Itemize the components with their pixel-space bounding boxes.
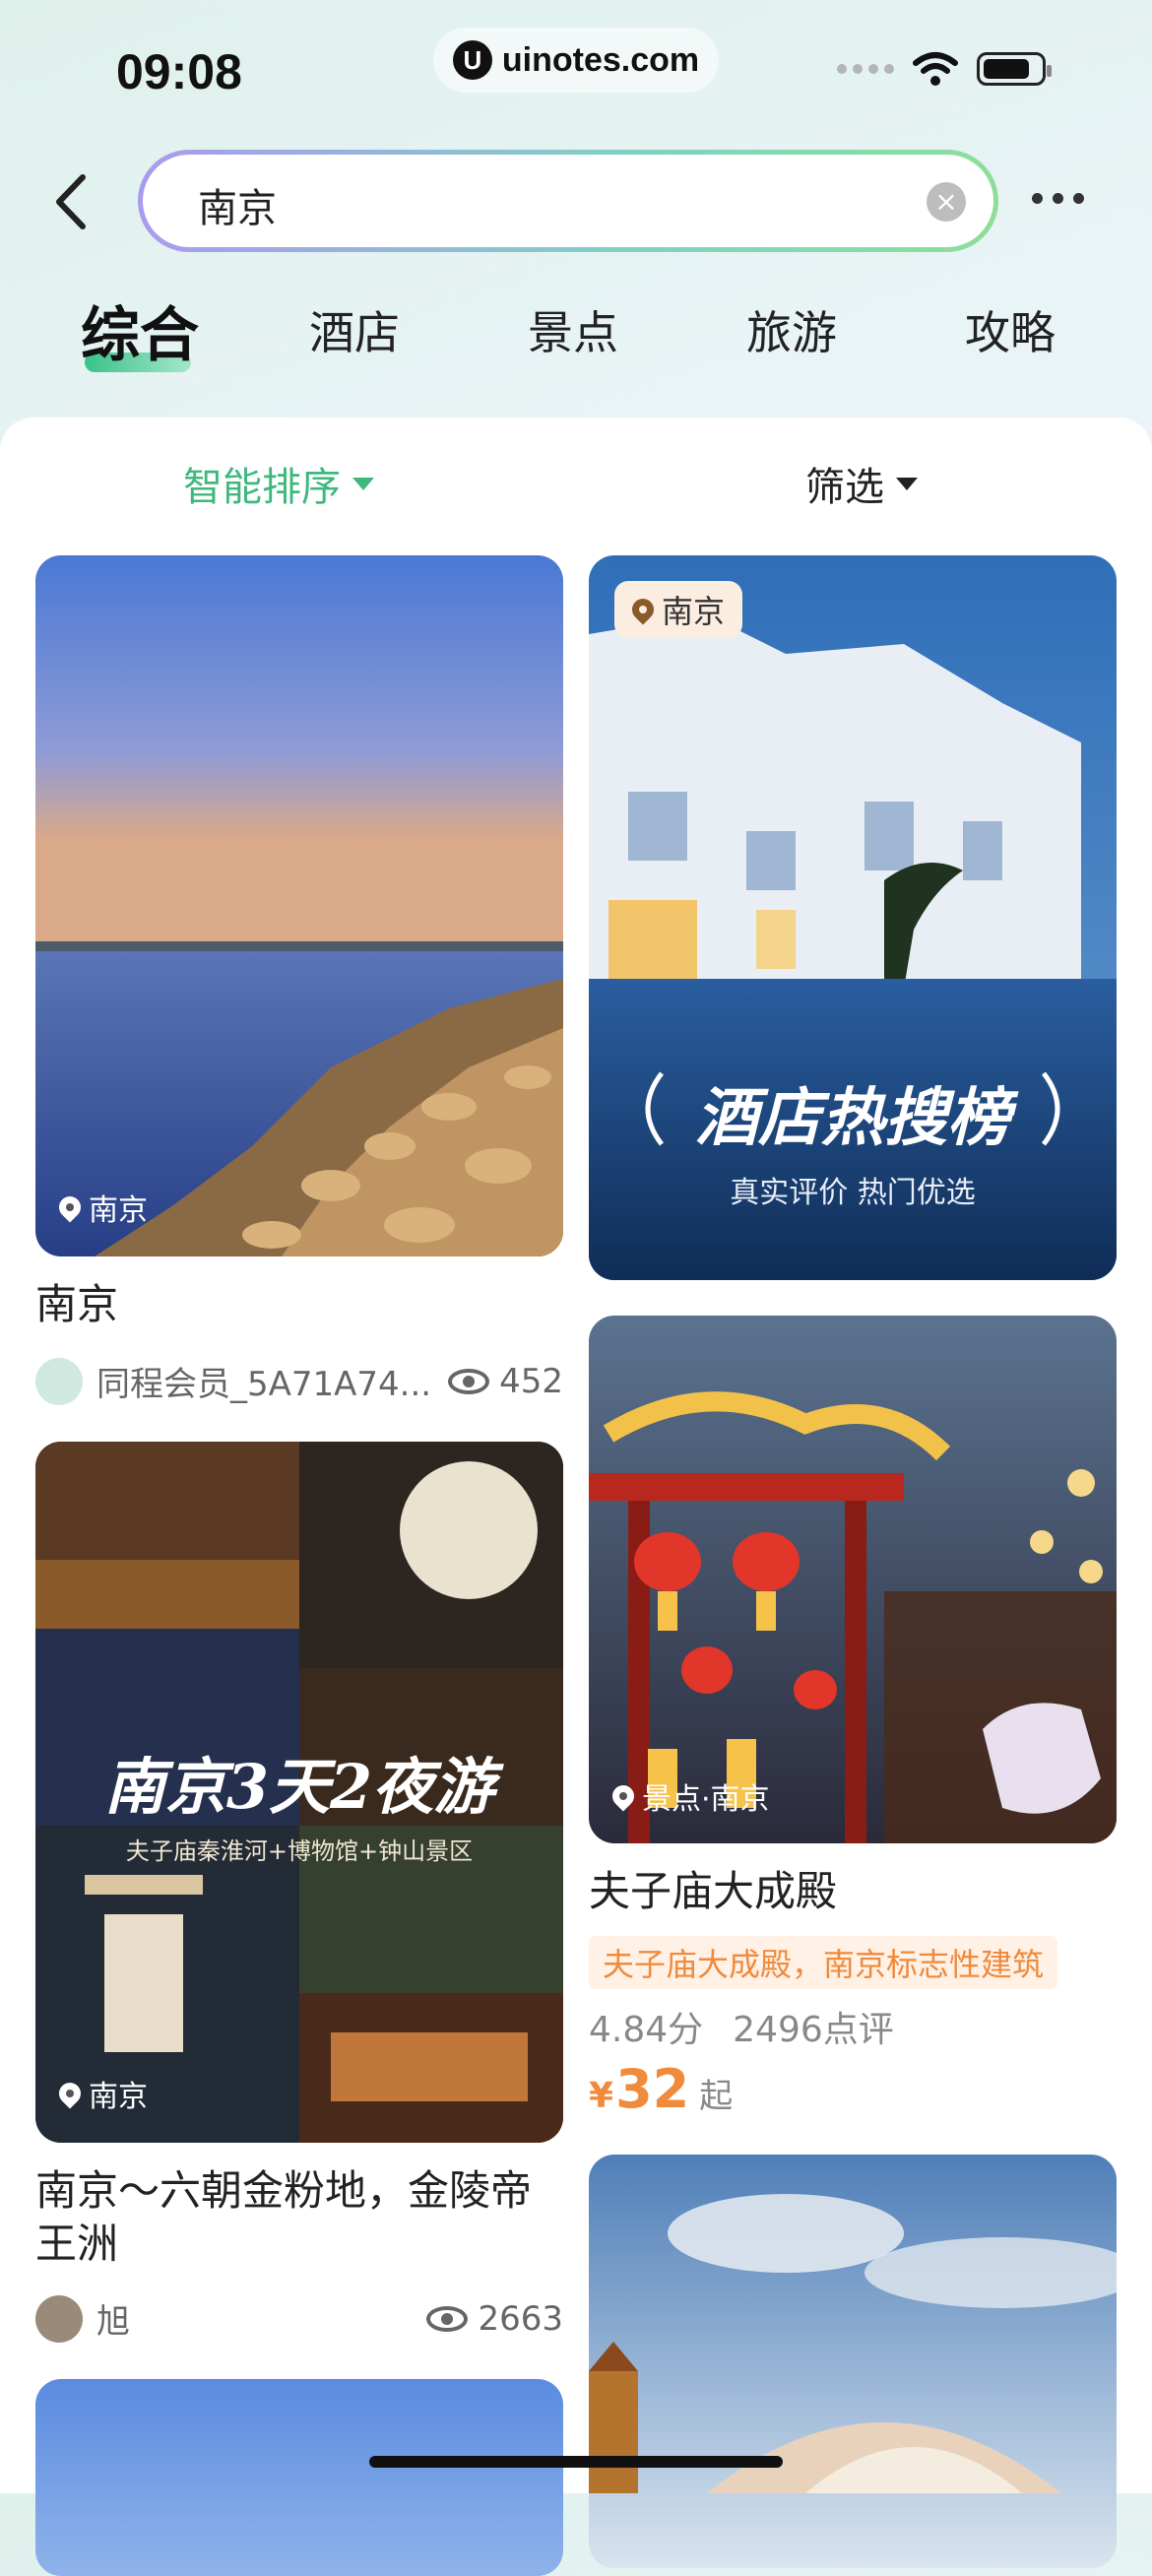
tab-travel[interactable]: 旅游 [746,297,837,362]
battery-icon [977,52,1052,86]
card-title[interactable]: 南京～六朝金粉地，金陵帝王洲 [35,2164,563,2271]
card-image-partial[interactable] [35,2379,563,2576]
search-input[interactable]: 南京 × [138,150,998,252]
location-label: 南京 [89,1193,148,1228]
location-tag: 景点·南京 [608,1774,770,1818]
chevron-down-icon [896,477,918,490]
tab-guide[interactable]: 攻略 [965,297,1056,362]
card-title[interactable]: 南京 [35,1278,118,1331]
signal-icon [837,64,894,74]
search-input-value: 南京 [198,186,277,231]
views-eye-icon [448,1368,490,1394]
hotel-location-tag: 南京 [614,581,743,638]
location-tag: 南京 [54,2072,148,2115]
lantern-photo [589,1316,1117,1843]
price-value: 32 [615,2058,690,2120]
filter-label: 筛选 [805,465,884,510]
collage-overlay-title: 南京3天2夜游 [103,1751,495,1823]
home-indicator [369,2456,783,2468]
card-meta: 旭 2663 [35,2294,563,2343]
smart-sort-label: 智能排序 [183,465,341,510]
tab-attraction[interactable]: 景点 [528,297,618,362]
hotel-hot-list-banner[interactable]: 南京 酒店热搜榜 真实评价 热门优选 [589,555,1117,1280]
chevron-down-icon [352,477,374,490]
laurel-left-icon [645,1071,664,1146]
banner-subtitle: 真实评价 热门优选 [730,1176,976,1210]
location-label: 南京 [89,2080,148,2114]
avatar [35,1357,83,1405]
price-suffix: 起 [699,2077,734,2116]
url-pill[interactable]: U uinotes.com [433,28,719,93]
laurel-right-icon [1042,1071,1060,1146]
location-pin-icon [54,1191,86,1223]
highlight-tag: 夫子庙大成殿，南京标志性建筑 [589,1936,1058,1989]
author-name: 同程会员_5A71A74... [96,1365,432,1404]
view-count: 2663 [478,2298,563,2339]
uinotes-logo-icon: U [452,40,492,80]
card-meta: 同程会员_5A71A74... 452 [35,1357,563,1405]
price-currency: ¥ [589,2076,614,2116]
author-name: 旭 [96,2302,130,2342]
review-count: 2496点评 [733,2010,894,2050]
collage-overlay-subtitle: 夫子庙秦淮河+博物馆+钟山景区 [125,1837,474,1865]
tab-general[interactable]: 综合 [81,288,199,373]
views-eye-icon [426,2305,469,2332]
card-title[interactable]: 夫子庙大成殿 [589,1865,837,1918]
view-count: 452 [499,1361,563,1401]
location-label: 景点·南京 [642,1782,770,1817]
location-pin-icon [54,2078,86,2109]
filter-dropdown[interactable]: 筛选 [805,455,918,512]
status-time: 09:08 [116,44,242,99]
card-image-confucius-temple[interactable]: 景点·南京 [589,1316,1117,1843]
location-pin-icon [608,1780,639,1812]
river-photo [35,555,563,1256]
card-image-nanjing-3day[interactable]: 南京3天2夜游 夫子庙秦淮河+博物馆+钟山景区 南京 [35,1442,563,2143]
clear-icon[interactable]: × [927,182,966,222]
category-tabs: 综合 酒店 景点 旅游 攻略 [0,288,1152,386]
more-icon[interactable] [1032,193,1084,204]
wifi-icon [913,52,958,86]
card-image-partial-stadium[interactable] [589,2155,1117,2568]
price-row: ¥ 32 起 [589,2058,733,2120]
location-tag: 南京 [54,1186,148,1229]
stadium-photo [589,2155,1117,2568]
rating-row: 4.84分 2496点评 [589,2001,894,2052]
status-icons [837,51,1052,87]
card-image-nanjing-river[interactable]: 南京 [35,555,563,1256]
location-label: 南京 [662,593,726,630]
back-arrow-icon[interactable] [47,167,95,236]
smart-sort-dropdown[interactable]: 智能排序 [183,455,374,512]
tab-hotel[interactable]: 酒店 [309,297,400,362]
avatar [35,2294,83,2343]
url-text: uinotes.com [501,40,700,79]
rating-score: 4.84分 [589,2010,704,2050]
location-pin-icon [627,594,659,625]
